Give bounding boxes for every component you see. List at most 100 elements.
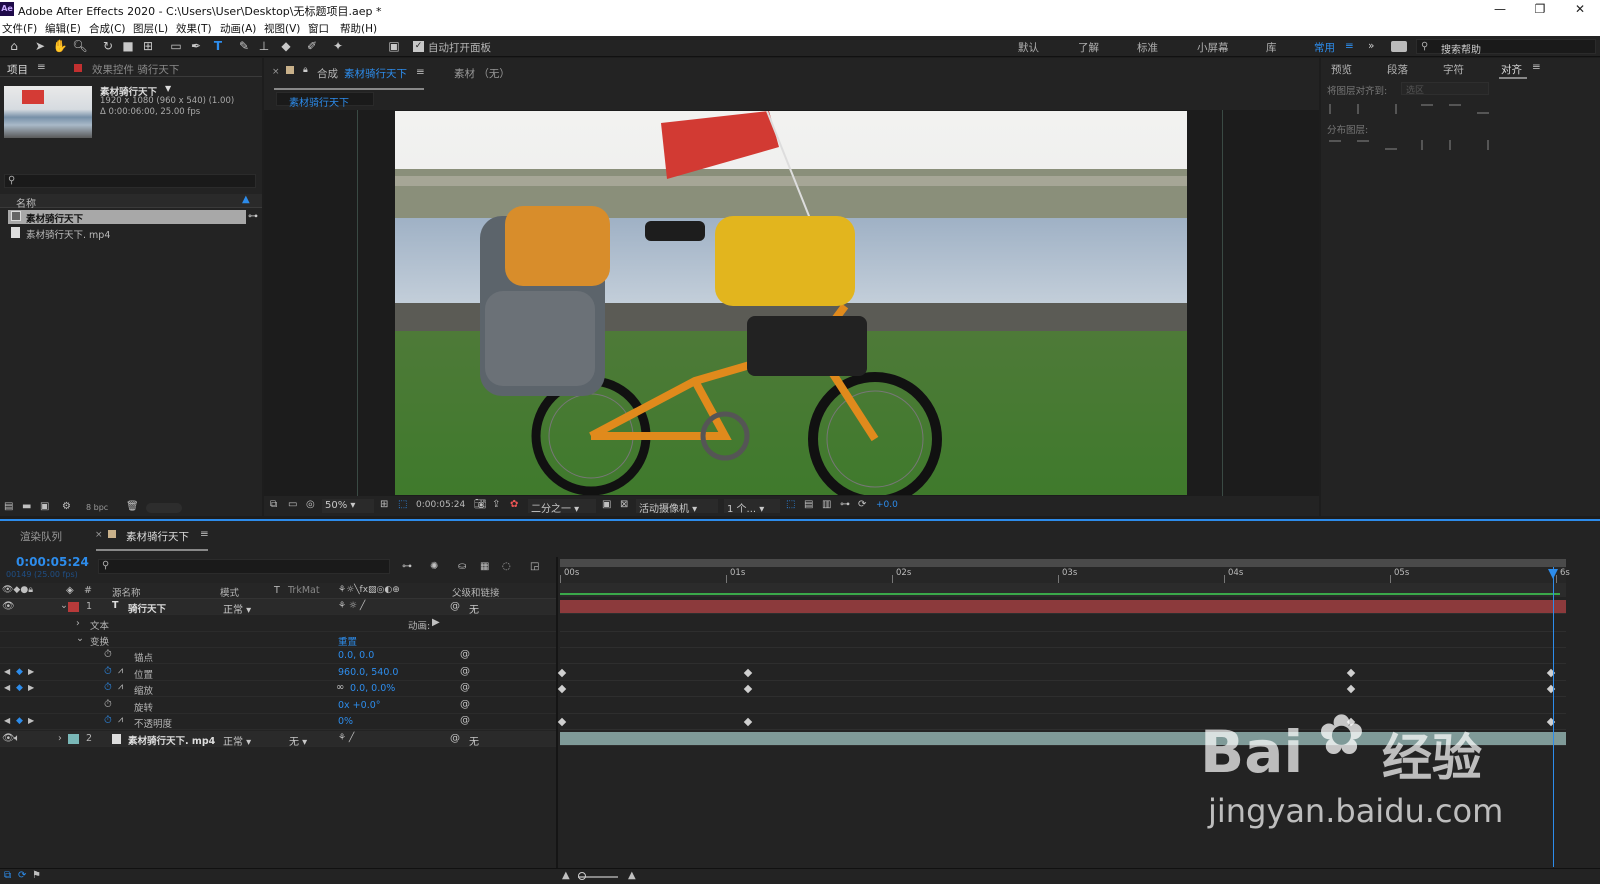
new-folder-icon[interactable]: ▬ <box>22 501 31 512</box>
distribute-left-icon[interactable] <box>1421 140 1433 150</box>
layer1-bar[interactable] <box>560 600 1566 614</box>
tab-effect-controls[interactable]: 效果控件 骑行天下 <box>92 62 179 77</box>
interpret-footage-icon[interactable]: ▤ <box>4 501 13 512</box>
keyframe[interactable] <box>743 668 753 677</box>
property-value[interactable]: 0.0, 0.0 <box>338 650 374 661</box>
zoom-out-icon[interactable]: ▲ <box>562 870 570 881</box>
snapshot-icon[interactable]: 📷︎ <box>474 499 487 510</box>
keyframe[interactable] <box>1346 668 1355 677</box>
timeline-icon[interactable]: ▥ <box>822 499 831 510</box>
align-menu-icon[interactable]: ≡ <box>1532 61 1541 73</box>
animate-play-icon[interactable]: ▶ <box>432 617 440 628</box>
reset-exposure-icon[interactable]: ⟳ <box>858 499 866 510</box>
workspace-standard[interactable]: 标准 <box>1137 40 1158 55</box>
menu-effect[interactable]: 效果(T) <box>176 21 212 36</box>
align-left-icon[interactable] <box>1329 104 1341 114</box>
roi-icon[interactable]: ▣ <box>602 499 611 510</box>
vr-icon[interactable]: ◎ <box>306 499 315 510</box>
graph-icon[interactable]: ⩘ <box>118 666 123 676</box>
menu-composition[interactable]: 合成(C) <box>89 21 126 36</box>
menu-view[interactable]: 视图(V) <box>264 21 300 36</box>
property-row-position[interactable]: ◀ ◆ ▶ ⏱︎ ⩘ 位置 960.0, 540.0 @ <box>0 665 556 681</box>
layer-row-2[interactable]: 👁︎ 🔈︎ › 2 素材骑行天下. mp4 正常 ▾ 无 ▾ ⚘ ╱ @ 无 <box>0 731 556 748</box>
layer2-bar[interactable] <box>560 732 1566 746</box>
exposure-value[interactable]: +0.0 <box>876 500 898 510</box>
keyframe[interactable] <box>1547 684 1556 694</box>
blend-mode-dropdown[interactable]: 正常 ▾ <box>220 732 264 748</box>
trash-icon[interactable]: 🗑︎ <box>126 501 139 512</box>
zoom-tool-icon[interactable]: 🔍︎ <box>72 38 88 54</box>
pen-tool-icon[interactable]: ✒ <box>188 38 204 54</box>
property-row-opacity[interactable]: ◀ ◆ ▶ ⏱︎ ⩘ 不透明度 0% @ <box>0 714 556 730</box>
project-search-input[interactable]: ⚲ <box>4 174 256 188</box>
tab-footage[interactable]: 素材 （无） <box>454 66 510 81</box>
flowchart-icon[interactable]: ⊶ <box>248 211 258 222</box>
restore-icon[interactable]: ❐ <box>1520 1 1560 18</box>
project-settings-icon[interactable]: ⚙ <box>62 501 71 512</box>
auto-open-checkbox[interactable]: ✓ <box>413 41 424 52</box>
tab-paragraph[interactable]: 段落 <box>1387 62 1408 77</box>
work-area-bar[interactable] <box>560 559 1566 567</box>
project-item-comp[interactable]: 素材骑行天下 <box>8 210 246 225</box>
expand-text-icon[interactable]: › <box>76 618 80 629</box>
tab-project[interactable]: 项目 <box>7 62 28 77</box>
current-time[interactable]: 0:00:05:24 <box>16 555 89 569</box>
timeline-track[interactable] <box>560 648 1566 664</box>
flowchart-icon[interactable]: ⊶ <box>840 499 850 510</box>
num-header[interactable]: # <box>84 585 92 596</box>
timeline-track[interactable] <box>560 616 1566 632</box>
keyframe[interactable] <box>1346 717 1355 727</box>
home-icon[interactable]: ⌂ <box>6 38 22 54</box>
parent-dropdown[interactable]: 无 <box>466 600 540 616</box>
next-keyframe-icon[interactable]: ▶ <box>28 683 34 692</box>
audio-icon[interactable]: 🔈︎ <box>14 733 20 744</box>
stopwatch-icon[interactable]: ⏱︎ <box>104 715 112 726</box>
type-tool-icon[interactable]: T <box>210 38 226 54</box>
tab-render-queue[interactable]: 渲染队列 <box>20 529 62 544</box>
next-keyframe-icon[interactable]: ▶ <box>28 716 34 725</box>
add-keyframe-icon[interactable]: ◆ <box>16 683 23 693</box>
selection-tool-icon[interactable]: ➤ <box>32 38 48 54</box>
menu-edit[interactable]: 编辑(E) <box>45 21 81 36</box>
keyframe[interactable] <box>557 717 567 727</box>
align-top-icon[interactable] <box>1421 104 1433 114</box>
prev-keyframe-icon[interactable]: ◀ <box>4 716 10 725</box>
keyboard-icon[interactable] <box>1391 41 1407 52</box>
keyframe[interactable] <box>1346 684 1355 694</box>
eraser-tool-icon[interactable]: ◆ <box>278 38 294 54</box>
text-group-row[interactable]: › 文本 动画: ▶ <box>0 616 556 632</box>
parent-header[interactable]: 父级和链接 <box>452 585 500 599</box>
channel-icon[interactable]: ✿ <box>510 499 518 510</box>
more-workspaces-icon[interactable]: » <box>1368 40 1374 52</box>
trkmat-header[interactable]: TrkMat <box>288 585 320 596</box>
transform-group-row[interactable]: ⌄ 变换 重置 <box>0 632 556 648</box>
layer-row-1[interactable]: 👁︎ ⌄ 1 T 骑行天下 正常 ▾ ⚘ ☼ ╱ @ 无 <box>0 599 556 616</box>
tab-composition[interactable]: 素材骑行天下 <box>344 66 407 81</box>
comp-menu-icon[interactable]: ≡ <box>416 66 425 78</box>
expand-layer-icon[interactable]: ⌄ <box>60 600 68 611</box>
property-value[interactable]: 0.0, 0.0% <box>350 683 395 694</box>
property-value[interactable]: 0% <box>338 716 353 727</box>
graph-editor-icon[interactable]: ◲ <box>530 561 539 572</box>
help-search-input[interactable]: ⚲ 搜索帮助 <box>1416 39 1596 56</box>
property-value[interactable]: 0x +0.0° <box>338 700 381 711</box>
expression-pickwhip-icon[interactable]: @ <box>460 715 470 726</box>
property-row-scale[interactable]: ◀ ◆ ▶ ⏱︎ ⩘ 缩放 ∞ 0.0, 0.0% @ <box>0 681 556 697</box>
stopwatch-icon[interactable]: ⏱︎ <box>104 649 112 660</box>
name-column-header[interactable]: 名称 <box>16 195 36 210</box>
timeline-track[interactable] <box>557 714 1566 730</box>
fast-preview-icon[interactable]: ▤ <box>804 499 813 510</box>
region-icon[interactable]: ⬚ <box>398 499 407 510</box>
menu-layer[interactable]: 图层(L) <box>133 21 168 36</box>
always-preview-icon[interactable]: ⧉ <box>270 499 277 510</box>
show-snapshot-icon[interactable]: ⇪ <box>492 499 500 510</box>
align-right-icon[interactable] <box>1385 104 1397 114</box>
stopwatch-icon[interactable]: ⏱︎ <box>104 682 112 693</box>
constrain-proportions-icon[interactable]: ∞ <box>336 682 344 693</box>
tab-timeline-comp[interactable]: 素材骑行天下 <box>126 529 189 544</box>
time-ruler[interactable]: 00s 01s 02s 03s 04s 05s 6s <box>560 567 1570 583</box>
mode-header[interactable]: 模式 <box>220 585 239 599</box>
keyframe[interactable] <box>557 684 567 694</box>
tab-preview[interactable]: 预览 <box>1331 62 1352 77</box>
toggle-pixel-aspect-icon[interactable]: ⬚ <box>786 499 795 510</box>
